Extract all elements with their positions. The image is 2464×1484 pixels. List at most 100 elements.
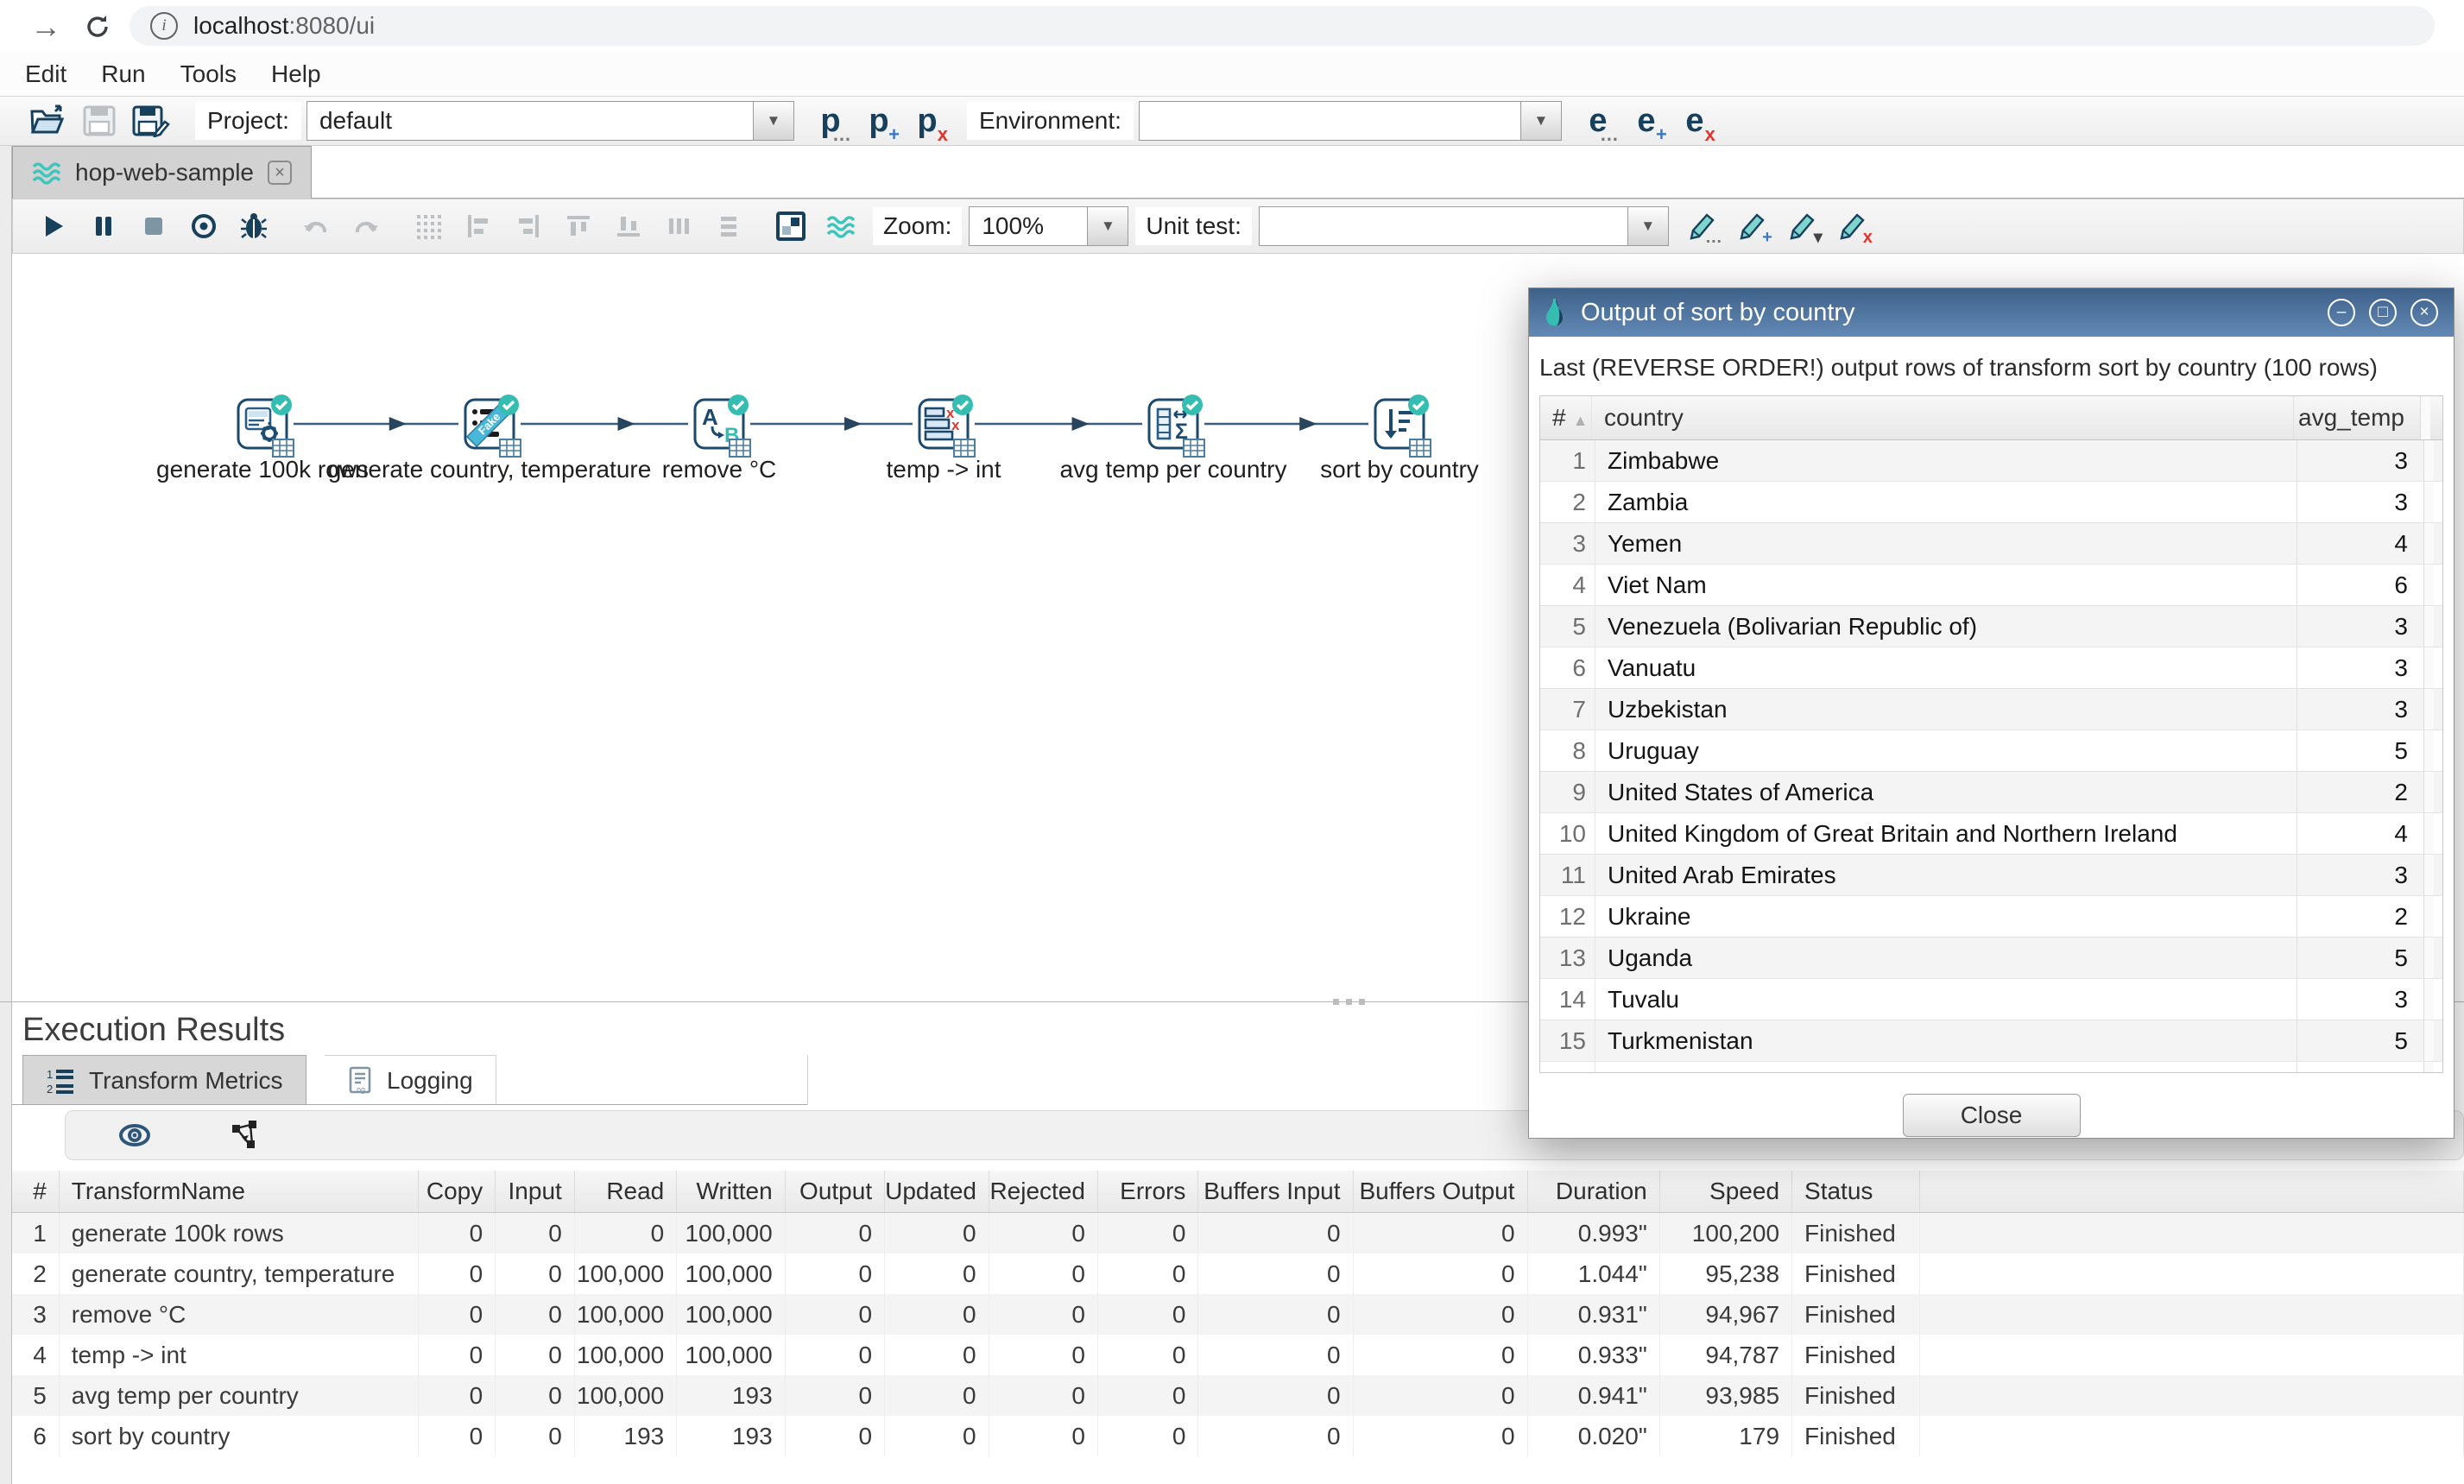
open-file-button[interactable]: [24, 100, 71, 142]
delete-environment-button[interactable]: ex: [1671, 99, 1719, 142]
menu-tools[interactable]: Tools: [180, 60, 237, 88]
table-row[interactable]: 9United States of America2: [1540, 772, 2442, 813]
delete-project-button[interactable]: px: [903, 99, 951, 142]
distribute-horizontal-button[interactable]: [654, 203, 704, 249]
table-row[interactable]: 15Turkmenistan5: [1540, 1020, 2442, 1062]
pipeline-button[interactable]: [816, 203, 866, 249]
menu-run[interactable]: Run: [101, 60, 145, 88]
chevron-down-icon[interactable]: ▼: [753, 102, 793, 140]
table-row[interactable]: 14Tuvalu3: [1540, 979, 2442, 1020]
edit-environment-button[interactable]: e…: [1574, 99, 1622, 142]
delete-unit-test-button[interactable]: x: [1828, 203, 1878, 249]
site-info-icon[interactable]: i: [150, 12, 178, 40]
new-unit-test-button[interactable]: +: [1728, 203, 1778, 249]
dialog-titlebar[interactable]: Output of sort by country –□×: [1529, 288, 2454, 337]
pause-button[interactable]: [79, 203, 129, 249]
table-row[interactable]: 11United Arab Emirates3: [1540, 855, 2442, 896]
scrollbar-track[interactable]: [2423, 813, 2434, 854]
switch-unit-test-button[interactable]: ▾: [1778, 203, 1828, 249]
edit-project-button[interactable]: p…: [806, 99, 855, 142]
table-row[interactable]: 1Zimbabwe3: [1540, 440, 2442, 482]
transform-avg-temp-per-country[interactable]: Σ: [1147, 398, 1199, 450]
scrollbar-track[interactable]: [2423, 772, 2434, 812]
scrollbar-track[interactable]: [2423, 896, 2434, 937]
table-row[interactable]: 7Uzbekistan3: [1540, 689, 2442, 730]
scrollbar-track[interactable]: [2423, 482, 2434, 522]
scrollbar-track[interactable]: [2423, 689, 2434, 729]
stop-button[interactable]: [129, 203, 179, 249]
scrollbar-track[interactable]: [2423, 606, 2434, 647]
table-row[interactable]: 3Yemen4: [1540, 523, 2442, 565]
tab-transform-metrics[interactable]: 12Transform Metrics: [22, 1055, 306, 1105]
add-project-button[interactable]: p+: [855, 99, 903, 142]
table-row[interactable]: 4Viet Nam6: [1540, 565, 2442, 606]
table-row[interactable]: 13Uganda5: [1540, 938, 2442, 979]
edit-unit-test-button[interactable]: …: [1677, 203, 1728, 249]
snap-grid-button[interactable]: [403, 203, 453, 249]
scrollbar-track[interactable]: [2423, 730, 2434, 771]
table-row[interactable]: 12Ukraine2: [1540, 896, 2442, 938]
table-row[interactable]: 5Venezuela (Bolivarian Republic of)3: [1540, 606, 2442, 647]
scrollbar-track[interactable]: [2423, 440, 2434, 481]
scrollbar-track[interactable]: [2423, 979, 2434, 1020]
save-file-button[interactable]: [76, 100, 123, 142]
close-button[interactable]: Close: [1903, 1094, 2081, 1137]
debug-button[interactable]: [229, 203, 279, 249]
run-button[interactable]: [28, 203, 79, 249]
distribute-vertical-button[interactable]: [704, 203, 754, 249]
menu-edit[interactable]: Edit: [25, 60, 66, 88]
transform-temp-int[interactable]: xx: [918, 398, 970, 450]
zoom-combo[interactable]: 100% ▼: [969, 206, 1128, 246]
save-as-button[interactable]: [128, 100, 174, 142]
browser-forward-button[interactable]: →: [26, 7, 66, 47]
close-tab-icon[interactable]: ×: [268, 161, 292, 185]
project-combo[interactable]: default ▼: [306, 101, 794, 141]
tab-hop-web-sample[interactable]: hop-web-sample ×: [12, 146, 312, 199]
redo-button[interactable]: [341, 203, 391, 249]
align-left-button[interactable]: [453, 203, 503, 249]
scrollbar-track[interactable]: [2423, 1020, 2434, 1061]
table-row[interactable]: 8Uruguay5: [1540, 730, 2442, 772]
scrollbar-track[interactable]: [2423, 565, 2434, 605]
scrollbar-track[interactable]: [2423, 523, 2434, 564]
show-active-transforms-button[interactable]: [117, 1122, 152, 1148]
show-execution-results-button[interactable]: [766, 203, 816, 249]
chevron-down-icon[interactable]: ▼: [1520, 102, 1561, 140]
maximize-button[interactable]: □: [2369, 299, 2397, 326]
preview-button[interactable]: [179, 203, 229, 249]
table-row[interactable]: 10United Kingdom of Great Britain and No…: [1540, 813, 2442, 855]
transform-sort-by-country[interactable]: [1374, 398, 1425, 450]
chevron-down-icon[interactable]: ▼: [1627, 207, 1668, 245]
align-bottom-button[interactable]: [603, 203, 654, 249]
row-country: United States of America: [1595, 772, 2297, 812]
scrollbar-track[interactable]: [2423, 647, 2434, 688]
align-right-button[interactable]: [503, 203, 553, 249]
tab-logging[interactable]: ogLogging: [325, 1055, 496, 1105]
undo-button[interactable]: [291, 203, 341, 249]
chevron-down-icon[interactable]: ▼: [1087, 207, 1128, 245]
transform-generate-100k-rows[interactable]: [237, 398, 288, 450]
close-window-button[interactable]: ×: [2410, 299, 2438, 326]
add-environment-button[interactable]: e+: [1622, 99, 1671, 142]
table-row[interactable]: 6Vanuatu3: [1540, 647, 2442, 689]
unit-test-combo[interactable]: ▼: [1259, 206, 1669, 246]
scrollbar-track[interactable]: [2423, 938, 2434, 978]
environment-combo[interactable]: ▼: [1139, 101, 1562, 141]
data-lineage-button[interactable]: [230, 1120, 261, 1151]
scrollbar-track[interactable]: [2420, 396, 2430, 439]
row-avg-temp: 5: [2297, 938, 2423, 978]
transform-generate-country-temperature[interactable]: Fake: [464, 398, 515, 450]
column-header-num[interactable]: #▲: [1540, 396, 1592, 439]
align-top-button[interactable]: [553, 203, 603, 249]
minimize-button[interactable]: –: [2328, 299, 2355, 326]
column-header-avg-temp[interactable]: avg_temp: [2293, 396, 2420, 439]
browser-reload-button[interactable]: [78, 7, 117, 47]
url-field[interactable]: i localhost:8080/ui: [130, 6, 2435, 46]
table-row[interactable]: 2Zambia3: [1540, 482, 2442, 523]
scrollbar-track[interactable]: [2423, 1062, 2434, 1072]
column-header-country[interactable]: country: [1592, 396, 2293, 439]
scrollbar-track[interactable]: [2423, 855, 2434, 895]
menu-help[interactable]: Help: [271, 60, 321, 88]
transform-remove-c[interactable]: AB: [693, 398, 745, 450]
splitter-grip-icon[interactable]: [1323, 997, 1374, 1006]
